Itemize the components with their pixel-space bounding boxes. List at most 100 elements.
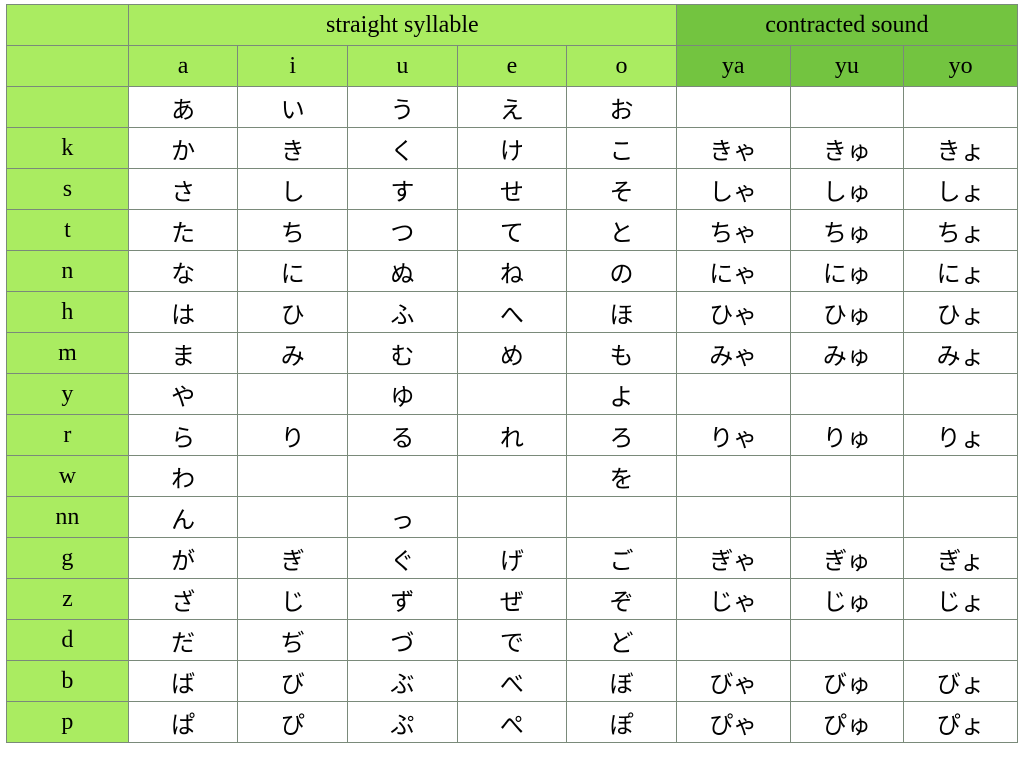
kana-cell: ぱ [128, 702, 238, 743]
kana-cell: ろ [567, 415, 677, 456]
kana-cell: じゃ [676, 579, 790, 620]
kana-cell: ぎ [238, 538, 348, 579]
kana-cell [676, 456, 790, 497]
kana-cell: ぴゅ [790, 702, 904, 743]
kana-cell: だ [128, 620, 238, 661]
kana-cell: しょ [904, 169, 1018, 210]
row-label: k [7, 128, 129, 169]
kana-cell: にゅ [790, 251, 904, 292]
kana-cell: にゃ [676, 251, 790, 292]
row-label: g [7, 538, 129, 579]
kana-cell: そ [567, 169, 677, 210]
row-label: r [7, 415, 129, 456]
table-row: rらりるれろりゃりゅりょ [7, 415, 1018, 456]
kana-cell: ほ [567, 292, 677, 333]
kana-cell: ん [128, 497, 238, 538]
kana-cell: びょ [904, 661, 1018, 702]
kana-cell: ちょ [904, 210, 1018, 251]
kana-cell: ざ [128, 579, 238, 620]
kana-cell [790, 620, 904, 661]
kana-cell: お [567, 87, 677, 128]
table-row: nなにぬねのにゃにゅにょ [7, 251, 1018, 292]
kana-cell [790, 87, 904, 128]
kana-cell: ぴょ [904, 702, 1018, 743]
kana-cell: ば [128, 661, 238, 702]
kana-cell: こ [567, 128, 677, 169]
kana-cell: か [128, 128, 238, 169]
kana-cell: びゃ [676, 661, 790, 702]
kana-cell [348, 456, 458, 497]
row-label: m [7, 333, 129, 374]
table-row: hはひふへほひゃひゅひょ [7, 292, 1018, 333]
kana-cell: きゃ [676, 128, 790, 169]
kana-cell: り [238, 415, 348, 456]
kana-cell [238, 456, 348, 497]
kana-cell [457, 497, 567, 538]
kana-cell: へ [457, 292, 567, 333]
col-ya: ya [676, 46, 790, 87]
kana-cell: びゅ [790, 661, 904, 702]
kana-cell: さ [128, 169, 238, 210]
table-row: sさしすせそしゃしゅしょ [7, 169, 1018, 210]
kana-cell: りゃ [676, 415, 790, 456]
kana-cell: び [238, 661, 348, 702]
table-row: mまみむめもみゃみゅみょ [7, 333, 1018, 374]
kana-cell: と [567, 210, 677, 251]
row-label: d [7, 620, 129, 661]
kana-cell: す [348, 169, 458, 210]
kana-cell: ず [348, 579, 458, 620]
kana-cell [790, 497, 904, 538]
kana-cell: ち [238, 210, 348, 251]
kana-cell: が [128, 538, 238, 579]
row-label: b [7, 661, 129, 702]
kana-cell: ゆ [348, 374, 458, 415]
kana-cell: け [457, 128, 567, 169]
kana-cell: ぜ [457, 579, 567, 620]
kana-cell: ひゅ [790, 292, 904, 333]
kana-cell: きょ [904, 128, 1018, 169]
kana-cell: っ [348, 497, 458, 538]
table-row: gがぎぐげごぎゃぎゅぎょ [7, 538, 1018, 579]
kana-cell: じ [238, 579, 348, 620]
row-label: s [7, 169, 129, 210]
table-row: yやゆよ [7, 374, 1018, 415]
header-contracted: contracted sound [676, 5, 1017, 46]
row-label: y [7, 374, 129, 415]
col-yu: yu [790, 46, 904, 87]
kana-cell: を [567, 456, 677, 497]
kana-cell: は [128, 292, 238, 333]
col-e: e [457, 46, 567, 87]
kana-cell: ちゅ [790, 210, 904, 251]
table-row: wわを [7, 456, 1018, 497]
kana-cell: ひょ [904, 292, 1018, 333]
kana-cell [904, 87, 1018, 128]
kana-cell [904, 374, 1018, 415]
kana-cell: し [238, 169, 348, 210]
kana-cell: ぢ [238, 620, 348, 661]
kana-cell: ふ [348, 292, 458, 333]
kana-cell: じゅ [790, 579, 904, 620]
kana-cell: よ [567, 374, 677, 415]
kana-cell: ひゃ [676, 292, 790, 333]
corner-blank-mid [7, 46, 129, 87]
kana-cell [790, 456, 904, 497]
row-label: n [7, 251, 129, 292]
kana-cell: ぺ [457, 702, 567, 743]
row-label [7, 87, 129, 128]
kana-cell: みゅ [790, 333, 904, 374]
kana-cell: め [457, 333, 567, 374]
kana-cell [238, 497, 348, 538]
kana-cell: ぴ [238, 702, 348, 743]
kana-cell: ぐ [348, 538, 458, 579]
kana-cell [567, 497, 677, 538]
kana-cell: みゃ [676, 333, 790, 374]
kana-cell [676, 497, 790, 538]
kana-cell: え [457, 87, 567, 128]
kana-cell: しゅ [790, 169, 904, 210]
kana-cell [904, 620, 1018, 661]
kana-cell: う [348, 87, 458, 128]
row-label: nn [7, 497, 129, 538]
table-row: nnん っ [7, 497, 1018, 538]
kana-cell: ぼ [567, 661, 677, 702]
kana-cell: く [348, 128, 458, 169]
